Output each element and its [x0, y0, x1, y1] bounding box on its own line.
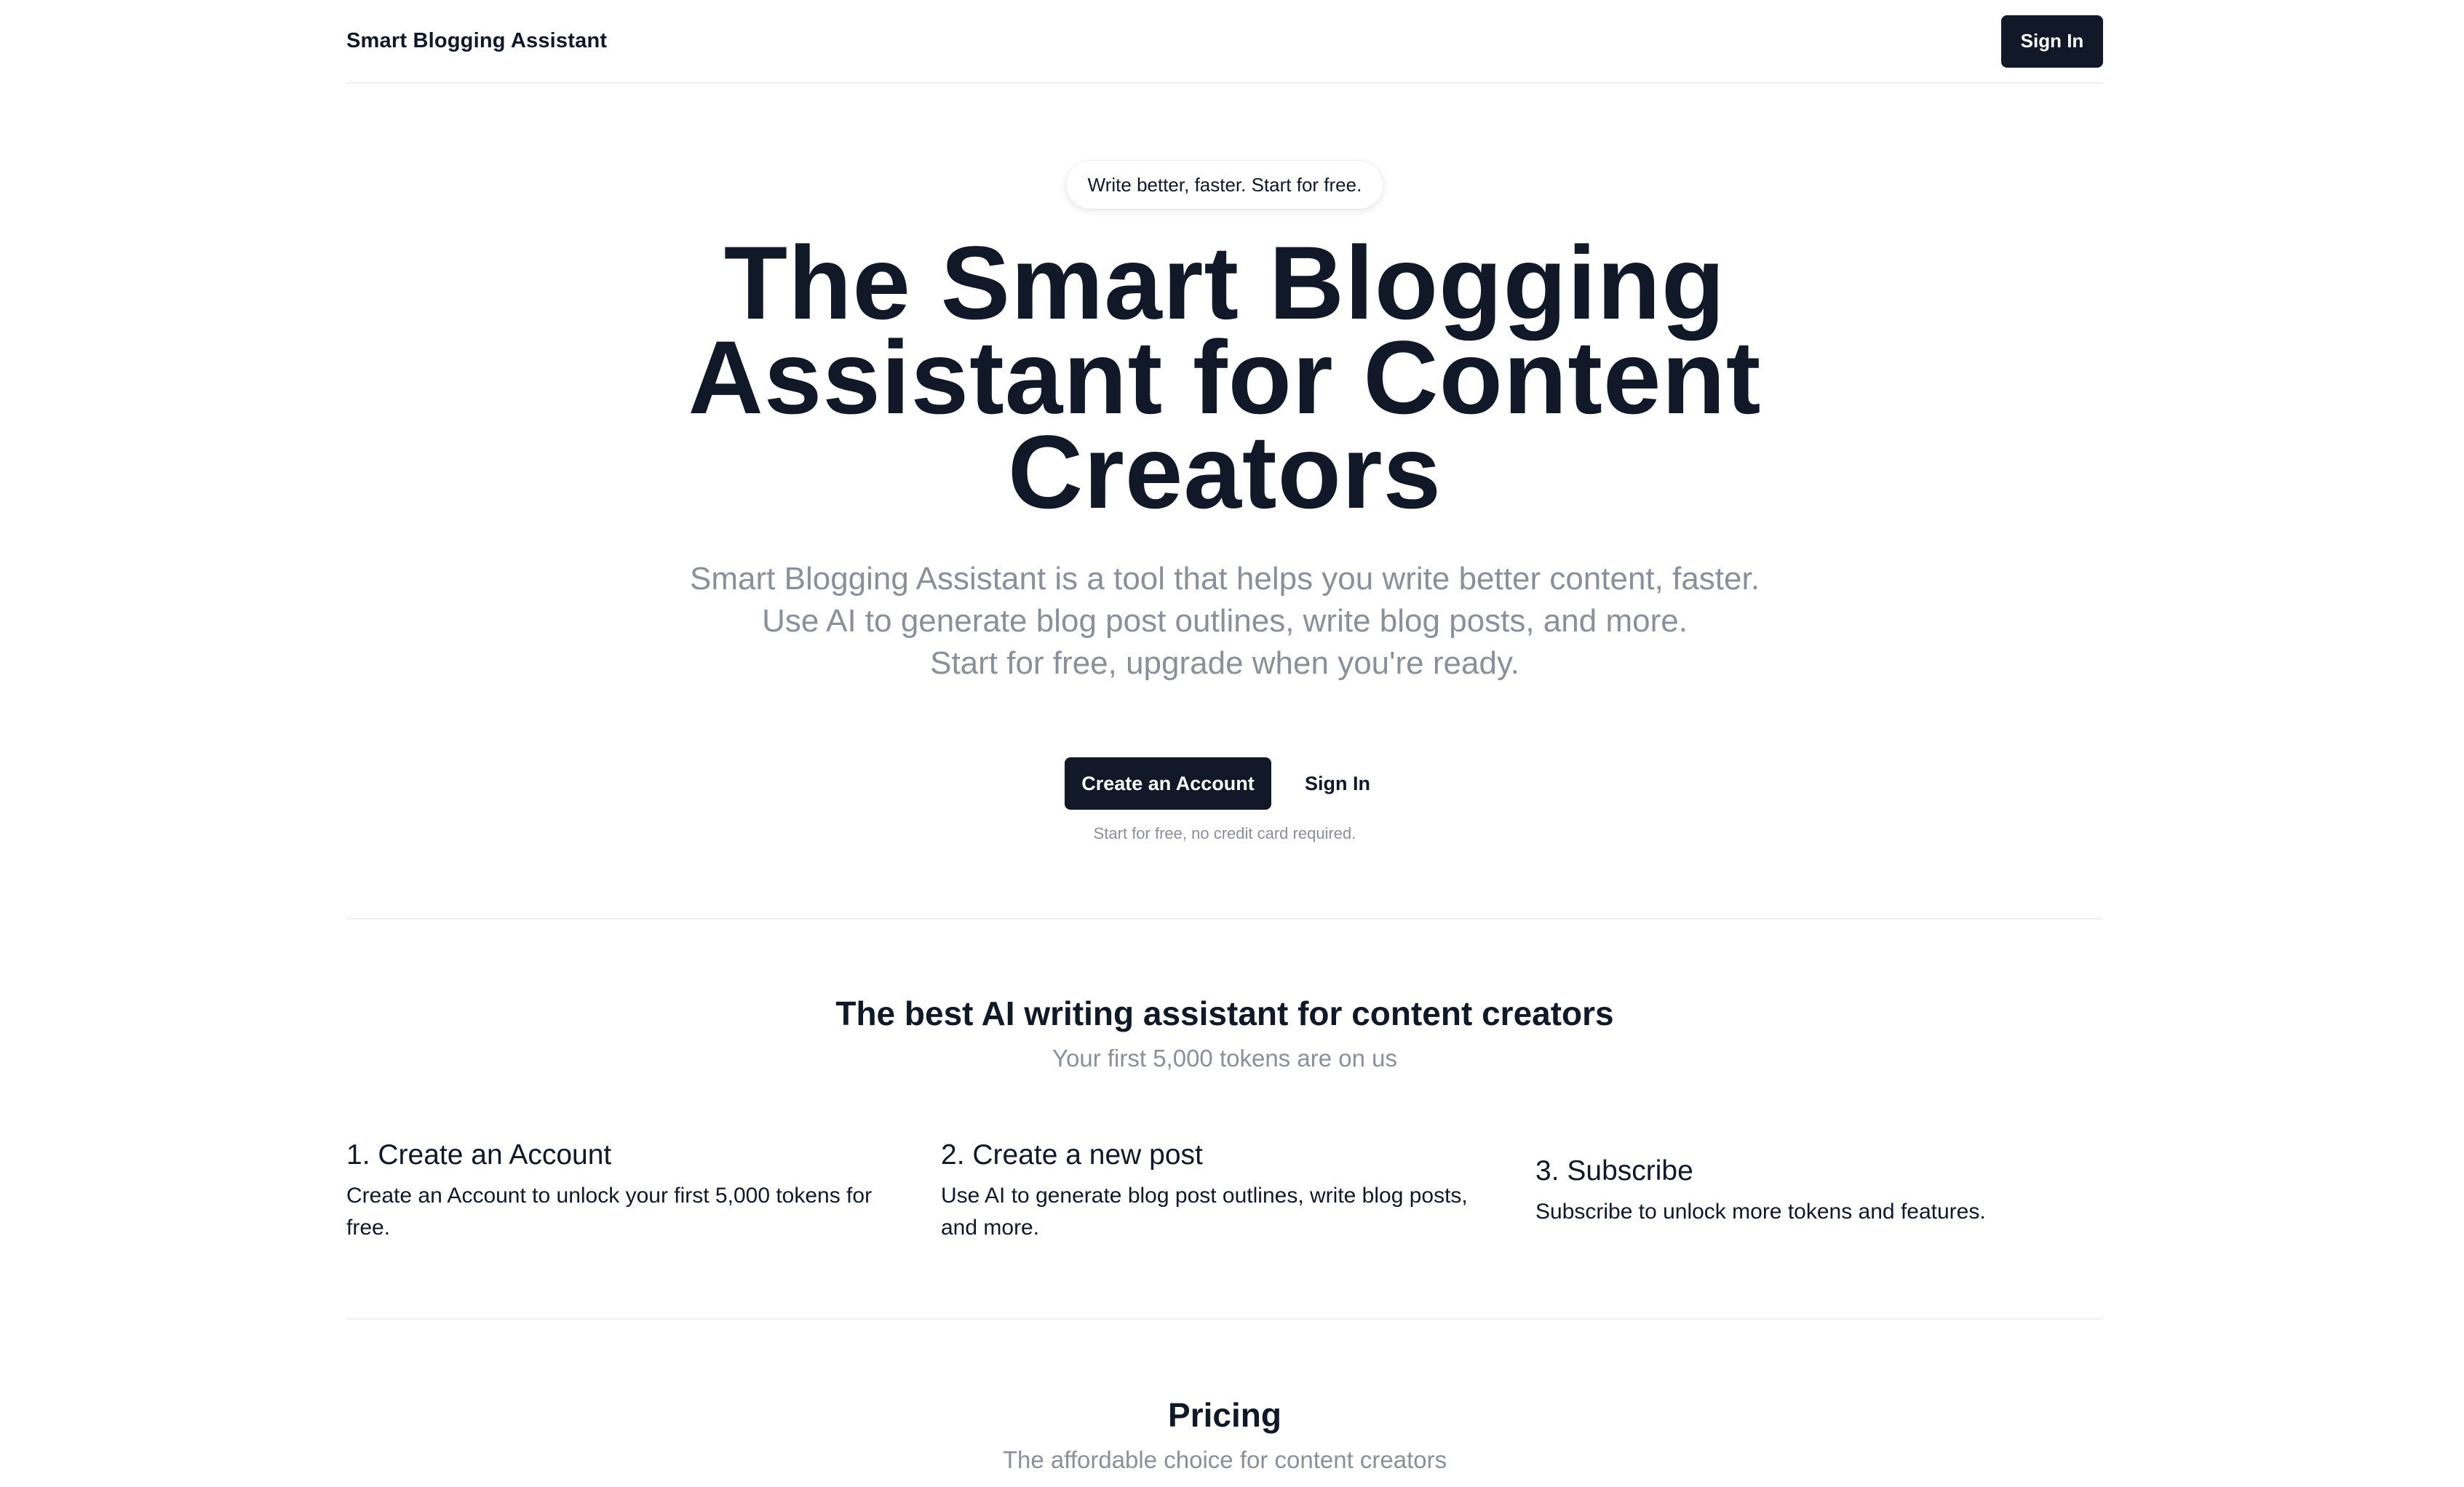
hero-subtitle-line: Smart Blogging Assistant is a tool that … [690, 561, 1760, 597]
hero-sign-in-button[interactable]: Sign In [1290, 757, 1385, 810]
hero-section: Write better, faster. Start for free. Th… [346, 84, 2103, 843]
pricing-subtitle: The affordable choice for content creato… [1002, 1446, 1447, 1473]
cta-note: Start for free, no credit card required. [1093, 824, 1356, 842]
step-title: 1. Create an Account [346, 1139, 612, 1171]
hero-badge: Write better, faster. Start for free. [1065, 161, 1384, 209]
hero-subtitle: Smart Blogging Assistant is a tool that … [635, 558, 1814, 685]
step-description: Create an Account to unlock your first 5… [346, 1184, 873, 1240]
step-title: 3. Subscribe [1535, 1155, 1693, 1187]
hero-title: The Smart Blogging Assistant for Content… [688, 226, 1762, 530]
header-sign-in-button[interactable]: Sign In [2001, 15, 2103, 68]
pricing-title: Pricing [1168, 1396, 1281, 1434]
site-header: Smart Blogging Assistant Sign In [346, 0, 2103, 84]
features-subtitle: Your first 5,000 tokens are on us [1052, 1045, 1397, 1072]
create-account-button[interactable]: Create an Account [1065, 757, 1271, 810]
page: Smart Blogging Assistant Sign In Write b… [346, 0, 2103, 1474]
hero-subtitle-line: Start for free, upgrade when you're read… [930, 645, 1519, 681]
features-section: The best AI writing assistant for conten… [346, 920, 2103, 1244]
step-item: 2. Create a new post Use AI to generate … [941, 1138, 1509, 1244]
hero-subtitle-line: Use AI to generate blog post outlines, w… [762, 603, 1688, 639]
brand-logo[interactable]: Smart Blogging Assistant [346, 29, 607, 53]
pricing-section: Pricing The affordable choice for conten… [346, 1320, 2103, 1474]
step-title: 2. Create a new post [941, 1139, 1203, 1171]
steps-list: 1. Create an Account Create an Account t… [346, 1138, 2103, 1244]
step-item: 1. Create an Account Create an Account t… [346, 1138, 914, 1244]
cta-row: Create an Account Sign In [346, 757, 2103, 810]
features-title: The best AI writing assistant for conten… [835, 994, 1614, 1032]
step-description: Use AI to generate blog post outlines, w… [941, 1184, 1468, 1240]
step-item: 3. Subscribe Subscribe to unlock more to… [1535, 1154, 2103, 1228]
step-description: Subscribe to unlock more tokens and feat… [1535, 1200, 1986, 1224]
